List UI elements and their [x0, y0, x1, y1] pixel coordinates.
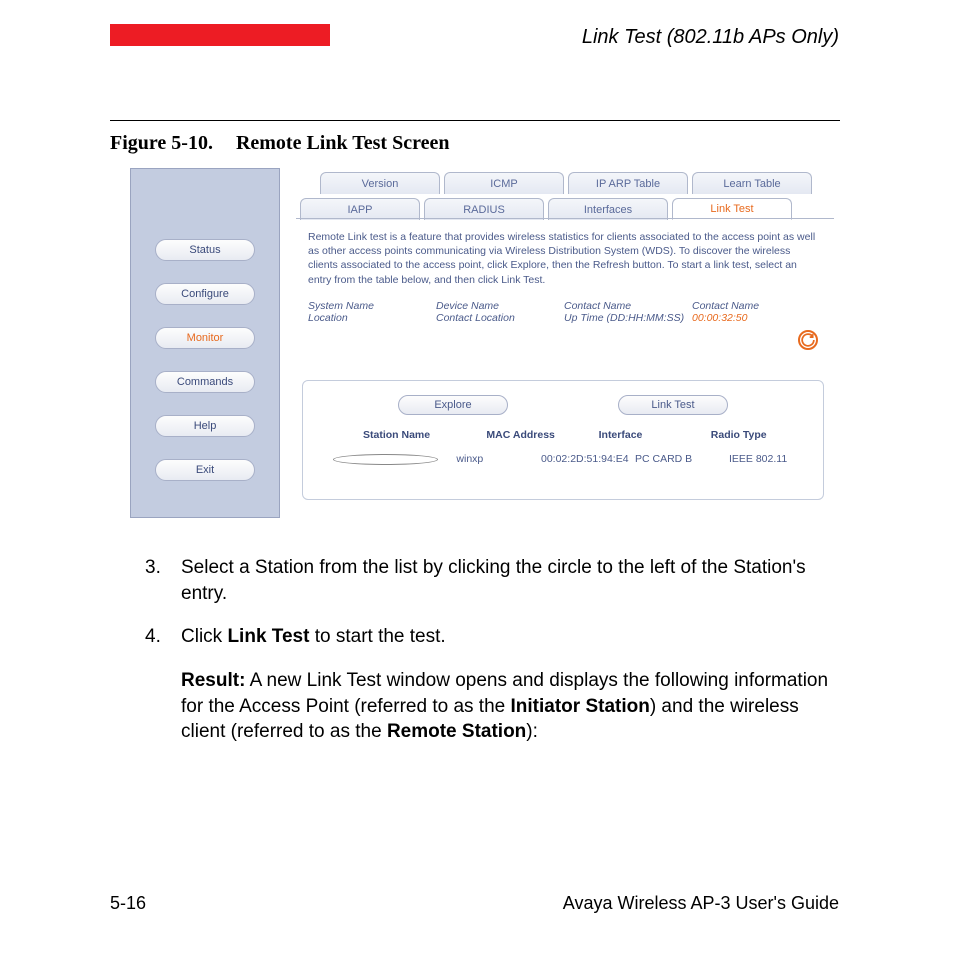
- tab-interfaces[interactable]: Interfaces: [548, 198, 668, 220]
- body-text: 3. Select a Station from the list by cli…: [145, 555, 845, 745]
- result-b2: Remote Station: [387, 721, 526, 742]
- tab-row-bottom: IAPP RADIUS Interfaces Link Test: [280, 194, 840, 220]
- table-row[interactable]: winxp 00:02:2D:51:94:E4 PC CARD B IEEE 8…: [303, 445, 823, 465]
- tab-link-test[interactable]: Link Test: [672, 198, 792, 220]
- header-section-title: Link Test (802.11b APs Only): [582, 26, 839, 49]
- info-row: System Name Location Device Name Contact…: [308, 300, 820, 324]
- screenshot-region: Status Configure Monitor Commands Help E…: [130, 168, 840, 518]
- result-b1: Initiator Station: [511, 696, 650, 717]
- tab-icmp[interactable]: ICMP: [444, 172, 564, 194]
- td-radio-type: IEEE 802.11: [729, 453, 823, 465]
- sidebar-item-help[interactable]: Help: [155, 415, 255, 437]
- figure-caption: Figure 5-10. Remote Link Test Screen: [110, 132, 449, 155]
- th-mac-address: MAC Address: [486, 429, 598, 441]
- sidebar-item-commands[interactable]: Commands: [155, 371, 255, 393]
- link-test-button[interactable]: Link Test: [618, 395, 728, 415]
- th-station-name: Station Name: [363, 429, 486, 441]
- info-uptime-value: 00:00:32:50: [692, 312, 820, 324]
- th-radio-type: Radio Type: [711, 429, 823, 441]
- td-mac-address: 00:02:2D:51:94:E4: [541, 453, 635, 465]
- table-header: Station Name MAC Address Interface Radio…: [303, 421, 823, 445]
- sidebar-item-configure[interactable]: Configure: [155, 283, 255, 305]
- figure-title: Remote Link Test Screen: [236, 132, 450, 154]
- td-interface: PC CARD B: [635, 453, 729, 465]
- figure-label: Figure 5-10.: [110, 132, 213, 154]
- row-radio[interactable]: [333, 454, 438, 465]
- description-text: Remote Link test is a feature that provi…: [308, 230, 820, 287]
- tab-iapp[interactable]: IAPP: [300, 198, 420, 220]
- tab-row-top: Version ICMP IP ARP Table Learn Table: [280, 168, 840, 194]
- header-red-bar: [110, 24, 330, 46]
- step-3-number: 3.: [145, 555, 181, 606]
- info-device-name: Device Name: [436, 300, 564, 312]
- result-label: Result:: [181, 670, 245, 691]
- doc-title: Avaya Wireless AP-3 User's Guide: [563, 893, 839, 914]
- sidebar-item-exit[interactable]: Exit: [155, 459, 255, 481]
- horizontal-rule: [110, 120, 840, 121]
- explore-button[interactable]: Explore: [398, 395, 508, 415]
- info-contact-name-2: Contact Name: [692, 300, 820, 312]
- result-paragraph: Result: A new Link Test window opens and…: [181, 668, 845, 745]
- step-4-text: Click Link Test to start the test.: [181, 624, 845, 650]
- tab-underline: [296, 218, 834, 219]
- tab-ip-arp-table[interactable]: IP ARP Table: [568, 172, 688, 194]
- footer: 5-16 Avaya Wireless AP-3 User's Guide: [110, 893, 839, 914]
- sidebar: Status Configure Monitor Commands Help E…: [130, 168, 280, 518]
- sidebar-item-status[interactable]: Status: [155, 239, 255, 261]
- station-panel: Explore Link Test Station Name MAC Addre…: [302, 380, 824, 500]
- step-3-text: Select a Station from the list by clicki…: [181, 555, 845, 606]
- td-station-name: winxp: [456, 453, 541, 465]
- info-contact-location: Contact Location: [436, 312, 564, 324]
- step-4-number: 4.: [145, 624, 181, 650]
- info-location: Location: [308, 312, 436, 324]
- step-4-pre: Click: [181, 626, 227, 647]
- sidebar-item-monitor[interactable]: Monitor: [155, 327, 255, 349]
- result-t3: ):: [526, 721, 538, 742]
- tab-radius[interactable]: RADIUS: [424, 198, 544, 220]
- step-4-bold: Link Test: [227, 626, 309, 647]
- info-contact-name: Contact Name: [564, 300, 692, 312]
- page-number: 5-16: [110, 893, 146, 914]
- info-system-name: System Name: [308, 300, 436, 312]
- refresh-icon[interactable]: [798, 330, 818, 350]
- th-interface: Interface: [599, 429, 711, 441]
- tab-learn-table[interactable]: Learn Table: [692, 172, 812, 194]
- info-uptime-label: Up Time (DD:HH:MM:SS): [564, 312, 692, 324]
- main-panel: Version ICMP IP ARP Table Learn Table IA…: [280, 168, 840, 518]
- step-4-post: to start the test.: [309, 626, 445, 647]
- tab-version[interactable]: Version: [320, 172, 440, 194]
